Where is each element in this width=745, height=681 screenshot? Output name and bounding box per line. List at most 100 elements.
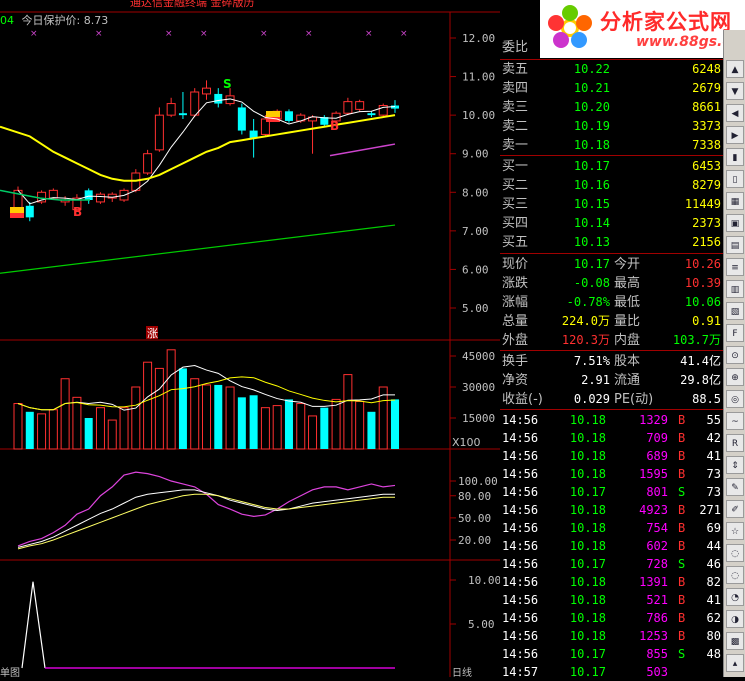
chart-icon[interactable]: F [726, 324, 744, 342]
circle-icon[interactable]: ◑ [726, 610, 744, 628]
buy-level-row-value: 10.14 [573, 216, 610, 230]
tick-count: 46 [706, 557, 721, 571]
tick-row: 14:56 10.17 801 S 73 [500, 483, 723, 501]
quote-stat-row-value2: 10.06 [684, 295, 721, 309]
volume-bar [119, 407, 129, 450]
oscillator-axis-label: 80.00 [458, 490, 491, 503]
grid-icon[interactable]: ▩ [726, 632, 744, 650]
sell-level-row-value2: 7338 [692, 138, 721, 152]
chevron-up-icon[interactable]: ▲ [726, 60, 744, 78]
quote-stat-row-label2: 今开 [614, 257, 641, 272]
volume-axis-label: 15000 [462, 412, 495, 425]
price-axis-label: 7.00 [462, 225, 489, 238]
tick-price: 10.18 [569, 521, 606, 535]
volume-bar [237, 397, 246, 449]
tick-volume: 709 [646, 431, 668, 445]
search-icon[interactable]: ◎ [726, 390, 744, 408]
fundamental-row-value2: 41.4亿 [680, 354, 721, 368]
tick-row: 14:56 10.18 1391 B 82 [500, 573, 723, 591]
tick-side: B [678, 629, 686, 643]
tick-side: B [678, 611, 686, 625]
candle [355, 99, 365, 112]
chart-icon[interactable]: ▤ [726, 236, 744, 254]
tick-row: 14:56 10.18 4923 B 271 [500, 501, 723, 519]
sell-level-row-value: 10.19 [573, 119, 610, 133]
list-icon[interactable]: ≡ [726, 258, 744, 276]
tick-row: 14:56 10.18 1595 B 73 [500, 465, 723, 483]
left-arrow-icon[interactable]: ◀ [726, 104, 744, 122]
clock-icon[interactable]: ⊙ [726, 346, 744, 364]
tick-time: 14:56 [502, 467, 539, 481]
volume-bar [154, 367, 164, 450]
right-arrow-icon[interactable]: ▶ [726, 126, 744, 144]
buy-level-row: 买二 10.16 8279 [500, 176, 723, 195]
rsi-icon[interactable]: R [726, 434, 744, 452]
price-axis-label: 10.00 [462, 109, 495, 122]
price-axis-label: 6.00 [462, 263, 489, 276]
buy-level-row-value: 10.15 [573, 197, 610, 211]
tick-volume: 4923 [639, 503, 668, 517]
sell-level-row-value: 10.22 [573, 62, 610, 76]
tick-row: 14:56 10.18 754 B 69 [500, 519, 723, 537]
kline-chart-canvas[interactable]: 通达信金融终端 金碎版历 12.00 11.00 10.00 9.00 8.00 7.00… [0, 0, 500, 677]
candle-icon[interactable]: ▯ [726, 170, 744, 188]
line-icon[interactable]: ~ [726, 412, 744, 430]
volume-bar [166, 349, 176, 450]
tick-price: 10.17 [569, 647, 606, 661]
bar-chart-icon[interactable]: ▮ [726, 148, 744, 166]
candle [95, 192, 105, 204]
volume-axis-label: 30000 [462, 381, 495, 394]
tick-price: 10.18 [569, 611, 606, 625]
volume-bar [284, 399, 293, 449]
quote-stat-row: 涨幅 -0.78% 最低 10.06 [500, 293, 723, 312]
tick-volume: 602 [646, 539, 668, 553]
indicator-name: 今日保护价: 8.73 [21, 14, 109, 27]
sell-level-row: 卖二 10.19 3373 [500, 117, 723, 136]
tick-price: 10.18 [569, 449, 606, 463]
buy-level-row-value2: 2156 [692, 235, 721, 249]
buy-level-row-value: 10.17 [573, 159, 610, 173]
tick-side: S [678, 647, 686, 661]
window-icon[interactable]: ▣ [726, 214, 744, 232]
tick-row: 14:56 10.18 1253 B 80 [500, 627, 723, 645]
sell-level-row-value2: 6248 [692, 62, 721, 76]
quote-stat-row: 现价 10.17 今开 10.26 [500, 255, 723, 274]
price-axis-label: 5.00 [462, 302, 489, 315]
zoom-icon[interactable]: ⊕ [726, 368, 744, 386]
grid-icon[interactable]: ▦ [726, 192, 744, 210]
quote-stat-row: 涨跌 -0.08 最高 10.39 [500, 274, 723, 293]
document-icon[interactable]: ▧ [726, 302, 744, 320]
document-icon[interactable]: ▥ [726, 280, 744, 298]
volume-bar [343, 374, 353, 450]
bottom-right-label[interactable]: 日线 [452, 666, 472, 677]
circle-icon[interactable]: ◌ [726, 544, 744, 562]
volume-bar [13, 403, 23, 450]
tick-price: 10.18 [569, 431, 606, 445]
tick-count: 41 [706, 593, 721, 607]
pen-icon[interactable]: ✎ [726, 478, 744, 496]
bottom-left-label[interactable]: 单图 [0, 667, 20, 677]
volume-bar [178, 368, 187, 449]
tick-count: 42 [706, 431, 721, 445]
tick-row: 14:56 10.17 855 S 48 [500, 645, 723, 663]
chevron-up-icon[interactable]: ▴ [726, 654, 744, 672]
quote-stat-row-label: 涨幅 [502, 295, 529, 310]
tick-price: 10.18 [569, 413, 606, 427]
tick-volume: 689 [646, 449, 668, 463]
quote-stat-row-label2: 最低 [614, 295, 641, 310]
star-icon[interactable]: ☆ [726, 522, 744, 540]
buy-level-row: 买三 10.15 11449 [500, 195, 723, 214]
chevron-down-icon[interactable]: ▼ [726, 82, 744, 100]
edit-icon[interactable]: ✐ [726, 500, 744, 518]
tick-volume: 1595 [639, 467, 668, 481]
circle-icon[interactable]: ◔ [726, 588, 744, 606]
tick-price: 10.18 [569, 575, 606, 589]
volume-bar [95, 407, 105, 450]
quote-stat-row-label: 现价 [502, 257, 529, 272]
volume-bar [249, 395, 258, 449]
tick-time: 14:56 [502, 431, 539, 445]
tick-time: 14:57 [502, 665, 539, 679]
circle-icon[interactable]: ◌ [726, 566, 744, 584]
double-arrow-icon[interactable]: ⇕ [726, 456, 744, 474]
quote-stat-row: 外盘 120.3万 内盘 103.7万 [500, 331, 723, 350]
